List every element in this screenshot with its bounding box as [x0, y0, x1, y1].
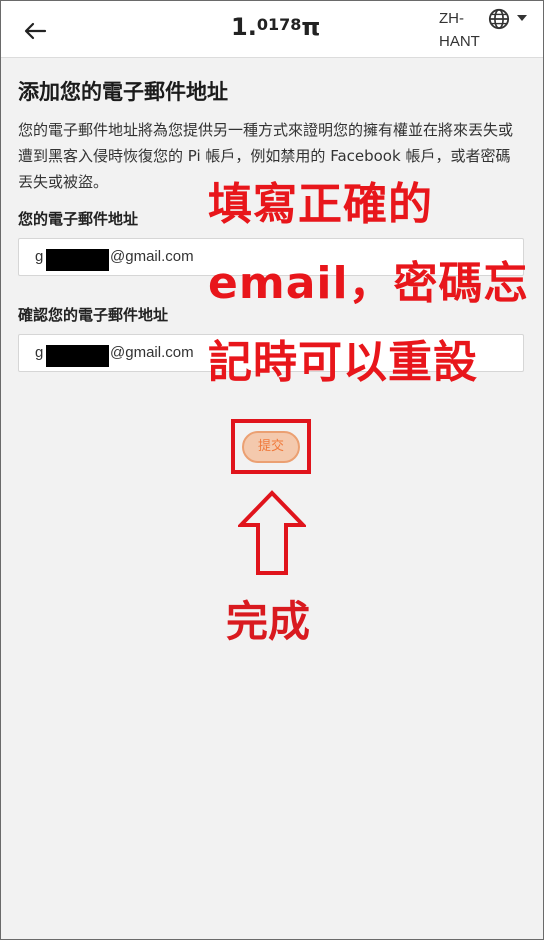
redaction-block — [46, 249, 109, 271]
annotation-done: 完成 — [226, 597, 311, 646]
annotation-line-1: 填寫正確的 — [208, 179, 433, 230]
annotation-line-3: 記時可以重設 — [208, 337, 478, 388]
redaction-block — [46, 345, 109, 367]
top-bar: 1.0178π ZH-HANT — [1, 1, 543, 58]
globe-icon[interactable] — [488, 8, 510, 30]
balance-fraction: 0178 — [256, 15, 302, 34]
email-suffix: @gmail.com — [110, 248, 194, 265]
up-arrow-icon — [238, 490, 306, 575]
confirm-email-prefix: g — [35, 344, 44, 361]
email-prefix: g — [35, 248, 44, 265]
page-title: 添加您的電子郵件地址 — [18, 80, 228, 104]
confirm-email-suffix: @gmail.com — [110, 344, 194, 361]
chevron-down-icon[interactable] — [517, 15, 527, 21]
confirm-email-label: 確認您的電子郵件地址 — [18, 306, 169, 324]
language-code[interactable]: ZH-HANT — [439, 7, 489, 53]
pi-balance: 1.0178π — [231, 13, 320, 41]
highlight-box: 提交 — [231, 419, 311, 474]
arrow-left-icon[interactable] — [21, 17, 49, 45]
submit-button[interactable]: 提交 — [242, 431, 300, 463]
annotation-line-2: email，密碼忘 — [208, 258, 529, 309]
balance-main: 1. — [231, 13, 257, 41]
pi-symbol: π — [301, 13, 321, 41]
email-label: 您的電子郵件地址 — [18, 210, 139, 228]
